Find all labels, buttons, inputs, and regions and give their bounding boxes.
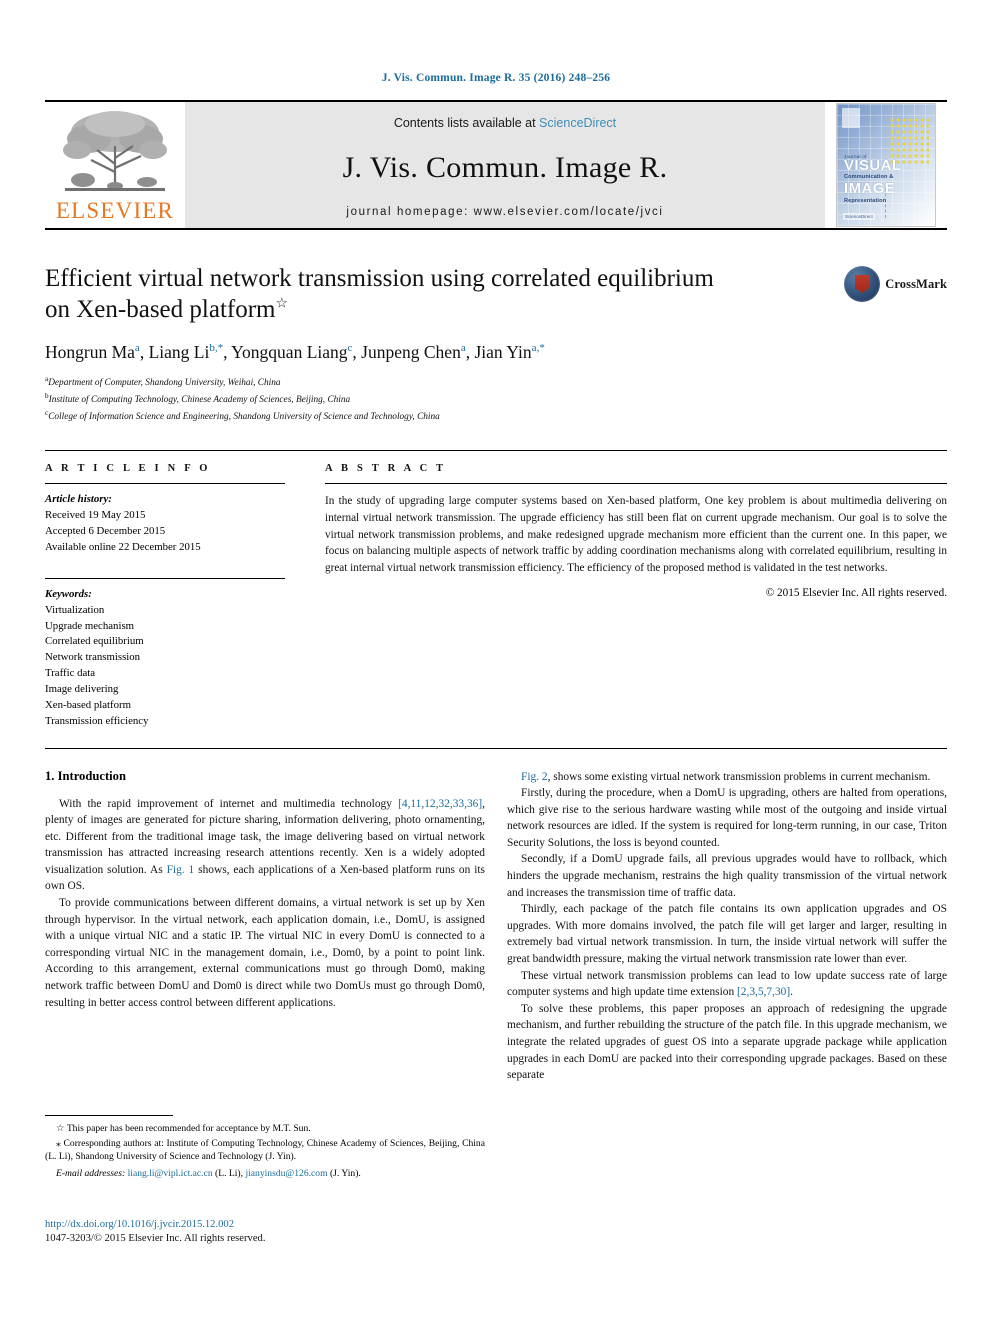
history-item: Accepted 6 December 2015 bbox=[45, 525, 166, 538]
footnote-corresponding-authors: ⁎ Corresponding authors at: Institute of… bbox=[45, 1137, 485, 1163]
article-info-heading: A R T I C L E I N F O bbox=[45, 463, 211, 475]
article-history-title: Article history: bbox=[45, 493, 112, 506]
crossmark-shield-icon bbox=[854, 275, 870, 293]
keywords-block: Keywords: Virtualization Upgrade mechani… bbox=[45, 579, 285, 730]
author-affil-mark[interactable]: a,* bbox=[532, 342, 545, 354]
footnote-acceptance: ☆ This paper has been recommended for ac… bbox=[56, 1123, 311, 1134]
keywords-title: Keywords: bbox=[45, 587, 92, 600]
history-item: Available online 22 December 2015 bbox=[45, 540, 201, 553]
author-name: Hongrun Ma bbox=[45, 342, 135, 362]
affiliation-item: bInstitute of Computing Technology, Chin… bbox=[45, 391, 947, 408]
crossmark-badge[interactable]: CrossMark bbox=[844, 266, 947, 302]
journal-cover-thumbnail-wrap: Journal of VISUAL Communication & IMAGE … bbox=[825, 102, 947, 228]
body-right-column: Fig. 2, shows some existing virtual netw… bbox=[507, 769, 947, 1084]
sciencedirect-link[interactable]: ScienceDirect bbox=[539, 116, 616, 130]
title-footnote-mark: ☆ bbox=[275, 296, 289, 312]
email-owner-li: (L. Li), bbox=[215, 1167, 244, 1179]
footnote-emails: E-mail addresses: liang.li@vipl.ict.ac.c… bbox=[45, 1167, 485, 1181]
affiliation-text: College of Information Science and Engin… bbox=[48, 411, 440, 422]
article-info-abstract-band: A R T I C L E I N F O Article history: R… bbox=[45, 450, 947, 729]
email-link-li[interactable]: liang.li@vipl.ict.ac.cn bbox=[128, 1168, 213, 1179]
journal-masthead: ELSEVIER Contents lists available at Sci… bbox=[45, 100, 947, 228]
contents-lists-line: Contents lists available at ScienceDirec… bbox=[394, 116, 616, 130]
cover-subtitle-representation: Representation bbox=[844, 197, 887, 204]
crossmark-logo-icon bbox=[844, 266, 881, 302]
running-head: J. Vis. Commun. Image R. 35 (2016) 248–2… bbox=[381, 72, 611, 84]
author-affil-mark[interactable]: c bbox=[348, 342, 353, 354]
citation-link[interactable]: [4,11,12,32,33,36] bbox=[398, 798, 482, 810]
abstract-heading: A B S T R A C T bbox=[325, 463, 447, 475]
body-left-column: 1. Introduction With the rapid improveme… bbox=[45, 769, 485, 1084]
figure-link[interactable]: Fig. 1 bbox=[167, 864, 195, 876]
article-info-column: A R T I C L E I N F O Article history: R… bbox=[45, 463, 285, 729]
cover-title-visual: VISUAL bbox=[844, 157, 902, 174]
masthead-center-panel: Contents lists available at ScienceDirec… bbox=[185, 102, 825, 228]
keyword-item: Image delivering bbox=[45, 682, 119, 695]
title-line-1: Efficient virtual network transmission u… bbox=[45, 265, 714, 292]
history-item: Received 19 May 2015 bbox=[45, 509, 146, 522]
keyword-item: Traffic data bbox=[45, 667, 96, 680]
email-owner-yin: (J. Yin). bbox=[329, 1167, 361, 1179]
title-line-2: on Xen-based platform bbox=[45, 295, 276, 323]
author-affil-mark[interactable]: b,* bbox=[209, 342, 223, 354]
article-history-block: Article history: Received 19 May 2015 Ac… bbox=[45, 484, 285, 555]
page-footer: http://dx.doi.org/10.1016/j.jvcir.2015.1… bbox=[45, 1218, 545, 1247]
keyword-item: Upgrade mechanism bbox=[45, 619, 135, 632]
figure-link[interactable]: Fig. 2 bbox=[521, 771, 548, 783]
crossmark-label: CrossMark bbox=[885, 276, 947, 291]
email-link-yin[interactable]: jianyinsdu@126.com bbox=[245, 1168, 327, 1179]
keyword-item: Network transmission bbox=[45, 651, 141, 664]
footnote-divider bbox=[45, 1115, 173, 1116]
journal-cover-thumbnail: Journal of VISUAL Communication & IMAGE … bbox=[836, 103, 936, 227]
author-affil-mark[interactable]: a bbox=[461, 342, 466, 354]
paragraph: To solve these problems, this paper prop… bbox=[507, 1002, 947, 1082]
cover-title-block: Journal of VISUAL Communication & IMAGE … bbox=[844, 154, 929, 204]
affiliation-text: Institute of Computing Technology, Chine… bbox=[48, 394, 351, 405]
paragraph: Fig. 2, shows some existing virtual netw… bbox=[521, 770, 931, 783]
paragraph: Firstly, during the procedure, when a Do… bbox=[507, 787, 947, 849]
abstract-copyright: © 2015 Elsevier Inc. All rights reserved… bbox=[765, 586, 947, 599]
abstract-column: A B S T R A C T In the study of upgradin… bbox=[325, 463, 947, 729]
author-affil-mark[interactable]: a bbox=[135, 342, 140, 354]
affiliation-list: aDepartment of Computer, Shandong Univer… bbox=[45, 374, 947, 424]
paragraph: These virtual network transmission probl… bbox=[507, 969, 947, 999]
author-name: Junpeng Chen bbox=[361, 342, 461, 362]
journal-homepage-link[interactable]: journal homepage: www.elsevier.com/locat… bbox=[346, 206, 663, 218]
keyword-item: Xen-based platform bbox=[45, 698, 132, 711]
author-name: Liang Li bbox=[148, 342, 210, 362]
author-name: Yongquan Liang bbox=[231, 342, 348, 362]
issn-copyright: 1047-3203/© 2015 Elsevier Inc. All right… bbox=[45, 1233, 266, 1245]
author-list: Hongrun Maa, Liang Lib,*, Yongquan Liang… bbox=[45, 342, 545, 362]
cover-title-image: IMAGE bbox=[844, 180, 896, 198]
masthead-bottom-rule bbox=[45, 228, 947, 230]
affiliation-text: Department of Computer, Shandong Univers… bbox=[48, 378, 281, 389]
journal-title: J. Vis. Commun. Image R. bbox=[342, 151, 668, 184]
paragraph: Thirdly, each package of the patch file … bbox=[507, 903, 947, 966]
doi-link[interactable]: http://dx.doi.org/10.1016/j.jvcir.2015.1… bbox=[45, 1218, 545, 1232]
contents-prefix: Contents lists available at bbox=[393, 116, 540, 130]
paragraph: Secondly, if a DomU upgrade fails, all p… bbox=[507, 853, 947, 899]
journal-article-page: J. Vis. Commun. Image R. 35 (2016) 248–2… bbox=[0, 0, 992, 1323]
email-label: E-mail addresses: bbox=[56, 1167, 126, 1179]
cover-footer-text: ScienceDirect bbox=[843, 213, 875, 220]
citation-link[interactable]: [2,3,5,7,30] bbox=[737, 986, 790, 998]
elsevier-wordmark: ELSEVIER bbox=[55, 198, 175, 223]
paragraph: To provide communications between differ… bbox=[45, 897, 485, 1009]
paragraph: With the rapid improvement of internet a… bbox=[45, 797, 485, 893]
section-title-introduction: 1. Introduction bbox=[45, 768, 126, 783]
author-name: Jian Yin bbox=[474, 342, 532, 362]
elsevier-tree-icon bbox=[63, 111, 167, 191]
affiliation-item: cCollege of Information Science and Engi… bbox=[45, 408, 947, 425]
body-two-column: 1. Introduction With the rapid improveme… bbox=[45, 747, 947, 1084]
elsevier-logo: ELSEVIER bbox=[45, 102, 185, 228]
title-block: CrossMark Efficient virtual network tran… bbox=[45, 264, 947, 424]
page-title: Efficient virtual network transmission u… bbox=[45, 264, 745, 325]
affiliation-item: aDepartment of Computer, Shandong Univer… bbox=[45, 374, 947, 391]
abstract-text: In the study of upgrading large computer… bbox=[325, 495, 947, 575]
footnote-block: ☆ This paper has been recommended for ac… bbox=[45, 1115, 485, 1190]
keyword-item: Virtualization bbox=[45, 603, 105, 616]
keyword-item: Correlated equilibrium bbox=[45, 635, 144, 648]
keyword-item: Transmission efficiency bbox=[45, 714, 149, 727]
cover-elsevier-mark-icon bbox=[842, 108, 860, 128]
